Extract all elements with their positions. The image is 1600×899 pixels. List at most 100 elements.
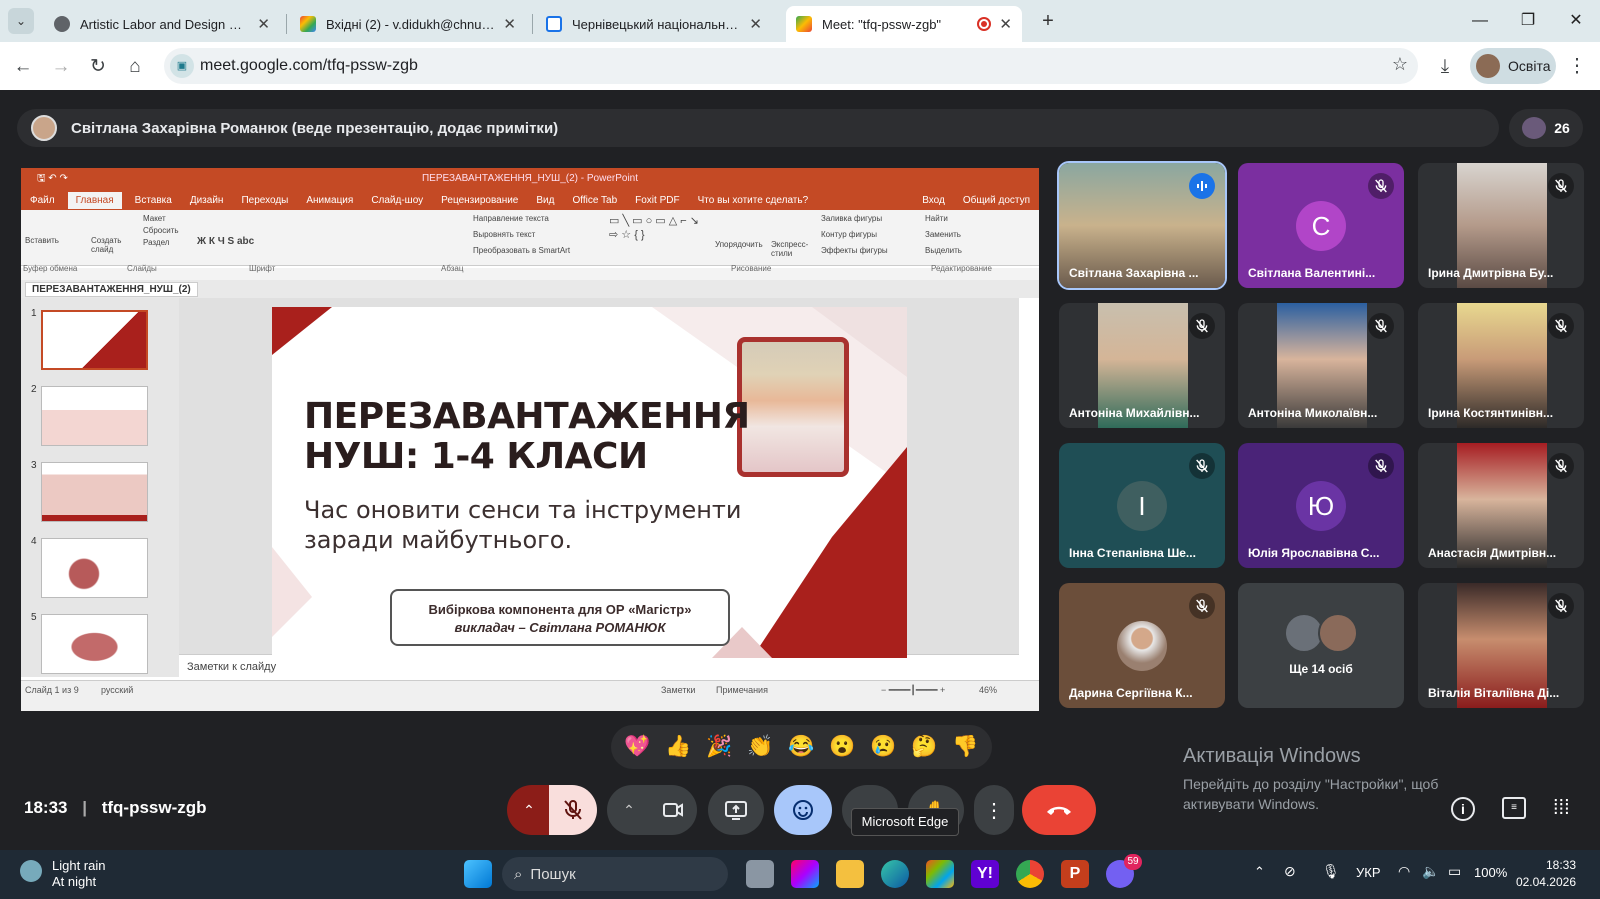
ribbon-shape-outline: Контур фигуры (821, 230, 877, 239)
participant-tile[interactable]: І Інна Степанівна Ше... (1059, 443, 1225, 568)
store-icon[interactable] (926, 860, 954, 888)
browser-tab[interactable]: Artistic Labor and Design Practi ✕ (44, 6, 280, 42)
volume-icon[interactable]: 🔈 (1422, 863, 1439, 880)
close-tab-icon[interactable]: ✕ (257, 15, 270, 33)
close-tab-icon[interactable]: ✕ (749, 15, 762, 33)
slide-thumbnail (41, 386, 148, 446)
yahoo-icon[interactable]: Y! (971, 860, 999, 888)
battery-icon[interactable]: ▭ (1448, 863, 1461, 880)
participant-tile[interactable]: Ірина Костянтинівн... (1418, 303, 1584, 428)
ppt-status-bar: Слайд 1 из 9 русский Заметки Примечания … (21, 680, 1039, 711)
chat-icon[interactable]: ≡ (1502, 797, 1526, 819)
activities-icon[interactable]: ⁞⁞⁞ (1553, 797, 1570, 819)
edge-icon[interactable] (881, 860, 909, 888)
forward-icon[interactable]: → (48, 54, 74, 80)
participants-button[interactable]: 26 (1509, 109, 1583, 147)
participant-tile[interactable]: С Світлана Валентині... (1238, 163, 1404, 288)
microphone-icon[interactable]: 🎙 (1322, 863, 1340, 880)
close-tab-icon[interactable]: ✕ (999, 15, 1012, 33)
browser-tab[interactable]: Вхідні (2) - v.didukh@chnu.edu ✕ (290, 6, 526, 42)
browser-tab[interactable]: Чернівецький національний у ✕ (536, 6, 772, 42)
slide-box-line1: Вибіркова компонента для ОР «Магістр» (428, 602, 692, 617)
thumbnail-number: 4 (31, 536, 37, 547)
reactions-button[interactable] (774, 785, 832, 835)
reaction-clap[interactable]: 👏 (747, 735, 773, 759)
slide-subtitle-line1: Час оновити сенси та інструменти (304, 496, 742, 524)
participant-tile[interactable]: Антоніна Миколаївн... (1238, 303, 1404, 428)
slide-course-box: Вибіркова компонента для ОР «Магістр» ви… (390, 589, 730, 646)
wifi-icon[interactable]: ◠ (1398, 863, 1410, 880)
tab-favicon-icon (54, 16, 70, 32)
download-icon[interactable]: ⤓ (1432, 54, 1458, 80)
task-view-icon[interactable] (746, 860, 774, 888)
chrome-icon[interactable] (1016, 860, 1044, 888)
network-off-icon[interactable]: ⊘ (1284, 863, 1296, 880)
participant-initial: С (1296, 201, 1346, 251)
site-info-icon[interactable]: ▣ (170, 54, 194, 78)
more-options-button[interactable]: ⋮ (974, 785, 1014, 835)
rain-cloud-icon (20, 860, 42, 882)
windows-start-icon[interactable] (464, 860, 492, 888)
camera-options-button[interactable]: ⌃ (607, 785, 651, 835)
viber-badge: 59 (1124, 854, 1142, 870)
taskbar-search[interactable]: ⌕ Пошук (502, 857, 728, 891)
close-tab-icon[interactable]: ✕ (503, 15, 516, 33)
restore-button[interactable]: ❐ (1508, 8, 1548, 34)
reaction-party[interactable]: 🎉 (706, 735, 732, 759)
language-indicator[interactable]: УКР (1356, 865, 1381, 880)
ppt-menu-file: Файл (30, 194, 55, 206)
participant-tile[interactable]: Віталія Віталіївна Ді... (1418, 583, 1584, 708)
home-icon[interactable]: ⌂ (122, 54, 148, 80)
tray-overflow-icon[interactable]: ⌃ (1254, 864, 1265, 880)
meeting-details-icon[interactable]: i (1451, 797, 1475, 821)
bookmark-star-icon[interactable]: ☆ (1392, 54, 1408, 75)
reload-icon[interactable]: ↻ (85, 54, 111, 80)
reaction-laugh[interactable]: 😂 (788, 735, 814, 759)
file-explorer-icon[interactable] (836, 860, 864, 888)
participant-tile[interactable]: Ю Юлія Ярославівна С... (1238, 443, 1404, 568)
mic-muted-icon (1548, 453, 1574, 479)
browser-menu-icon[interactable]: ⋮ (1564, 54, 1590, 80)
participant-tile[interactable]: Анастасія Дмитрівн... (1418, 443, 1584, 568)
copilot-icon[interactable] (791, 860, 819, 888)
powerpoint-icon[interactable]: P (1061, 860, 1089, 888)
present-screen-button[interactable] (708, 785, 764, 835)
reaction-heart[interactable]: 💖 (624, 735, 650, 759)
slide-box-line2: викладач – Світлана РОМАНЮК (454, 620, 666, 635)
system-clock[interactable]: 18:33 02.04.2026 (1516, 857, 1576, 891)
ribbon-font-buttons: Ж К Ч S abc (197, 236, 255, 247)
reaction-thumbs-up[interactable]: 👍 (665, 735, 691, 759)
participant-tile[interactable]: Антоніна Михайлівн... (1059, 303, 1225, 428)
browser-tab-active[interactable]: Meet: "tfq-pssw-zgb" ✕ (786, 6, 1022, 42)
ppt-menu-bar: Файл Главная Вставка Дизайн Переходы Ани… (21, 190, 1039, 210)
reaction-surprised[interactable]: 😮 (829, 735, 855, 759)
reaction-thinking[interactable]: 🤔 (911, 735, 937, 759)
browser-toolbar: ← → ↻ ⌂ ▣ meet.google.com/tfq-pssw-zgb ☆… (0, 42, 1600, 90)
ppt-menu-slideshow: Слайд-шоу (371, 194, 424, 206)
participant-tile[interactable]: Світлана Захарівна ... (1057, 161, 1227, 290)
thumbnail-number: 3 (31, 460, 37, 471)
weather-widget[interactable]: Light rain At night (20, 858, 105, 890)
address-bar[interactable]: ▣ meet.google.com/tfq-pssw-zgb ☆ (164, 48, 1418, 84)
mic-options-button[interactable]: ⌃ (507, 785, 551, 835)
participant-tile[interactable]: Ірина Дмитрівна Бу... (1418, 163, 1584, 288)
new-tab-button[interactable]: + (1035, 9, 1061, 35)
tab-search-button[interactable]: ⌄ (8, 8, 34, 34)
leave-call-button[interactable] (1022, 785, 1096, 835)
minimize-button[interactable]: — (1460, 8, 1500, 34)
mic-muted-icon (1368, 453, 1394, 479)
camera-toggle-button[interactable] (649, 785, 697, 835)
thumbnail-number: 5 (31, 612, 37, 623)
group-drawing: Рисование (731, 264, 772, 273)
participant-tile[interactable]: Дарина Сергіївна К... (1059, 583, 1225, 708)
activation-title: Активація Windows (1183, 745, 1361, 767)
close-window-button[interactable]: ✕ (1556, 8, 1596, 34)
reaction-sad[interactable]: 😢 (870, 735, 896, 759)
reaction-thumbs-down[interactable]: 👎 (952, 735, 978, 759)
slide-thumbnail (41, 538, 148, 598)
status-language: русский (101, 685, 134, 695)
mic-toggle-button[interactable] (549, 785, 597, 835)
participant-tile[interactable]: Ще 14 осіб (1238, 583, 1404, 708)
profile-chip[interactable]: Освіта (1470, 48, 1556, 84)
back-icon[interactable]: ← (10, 54, 36, 80)
